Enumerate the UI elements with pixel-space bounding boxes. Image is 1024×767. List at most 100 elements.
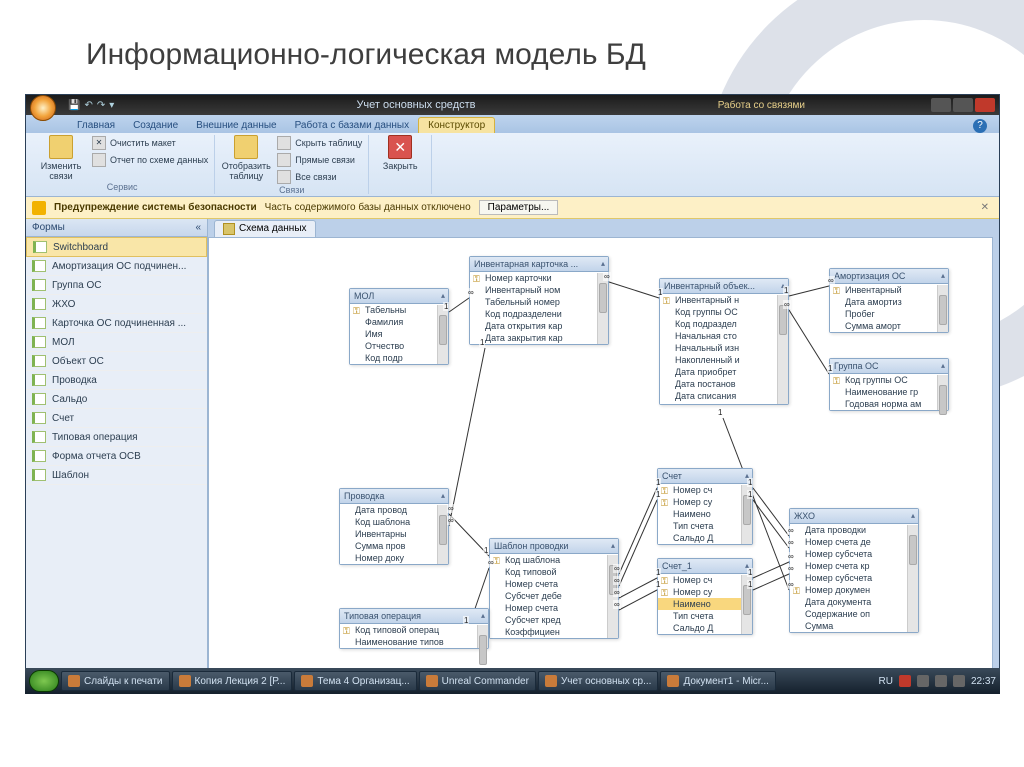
table-field[interactable]: Дата документа — [790, 596, 918, 608]
table-field[interactable]: Сальдо Д — [658, 622, 752, 634]
table-field[interactable]: Код типовой — [490, 566, 618, 578]
relationship-report-button[interactable]: Отчет по схеме данных — [92, 152, 208, 168]
direct-rel-button[interactable]: Прямые связи — [277, 152, 362, 168]
taskbar-button[interactable]: Слайды к печати — [61, 671, 170, 691]
nav-item[interactable]: Амортизация ОС подчинен... — [26, 257, 207, 276]
hide-table-button[interactable]: Скрыть таблицу — [277, 135, 362, 151]
table-field[interactable]: Код подразделени — [470, 308, 608, 320]
table-field[interactable]: Коэффициен — [490, 626, 618, 638]
taskbar-button[interactable]: Документ1 - Micr... — [660, 671, 775, 691]
taskbar-button[interactable]: Учет основных ср... — [538, 671, 659, 691]
scrollbar[interactable] — [597, 273, 608, 344]
redo-icon[interactable]: ↷ — [97, 100, 105, 111]
table-header[interactable]: Инвентарный объек... — [660, 279, 788, 294]
table-field[interactable]: Начальный изн — [660, 342, 788, 354]
table-field[interactable]: Код группы ОС — [830, 374, 948, 386]
table-field[interactable]: Дата проводки — [790, 524, 918, 536]
table-field[interactable]: Наимено — [658, 598, 752, 610]
table-field[interactable]: Номер субсчета — [790, 572, 918, 584]
security-options-button[interactable]: Параметры... — [479, 200, 559, 215]
table-field[interactable]: Номер доку — [340, 552, 448, 564]
table-field[interactable]: Номер докумен — [660, 402, 788, 404]
quick-access-toolbar[interactable]: 💾 ↶ ↷ ▾ — [68, 100, 114, 111]
table-field[interactable]: Номер субсчета — [790, 548, 918, 560]
nav-item[interactable]: Типовая операция — [26, 428, 207, 447]
table-typeop[interactable]: Типовая операцияКод типовой операцНаимен… — [339, 608, 489, 649]
table-field[interactable]: Код типовой операц — [340, 624, 488, 636]
scrollbar[interactable] — [477, 625, 488, 648]
table-field[interactable]: Инвентарный ном — [470, 284, 608, 296]
table-field[interactable]: Табельный номер — [470, 296, 608, 308]
security-close-icon[interactable]: ✕ — [981, 202, 989, 213]
table-card[interactable]: Инвентарная карточка ...Номер карточкиИн… — [469, 256, 609, 345]
table-field[interactable]: Номер сч — [658, 484, 752, 496]
table-field[interactable]: Инвентарны — [340, 528, 448, 540]
nav-item[interactable]: Группа ОС — [26, 276, 207, 295]
table-field[interactable]: Код группы ОС — [660, 306, 788, 318]
nav-item[interactable]: Switchboard — [26, 237, 207, 257]
scrollbar[interactable] — [437, 305, 448, 364]
nav-item[interactable]: Карточка ОС подчиненная ... — [26, 314, 207, 333]
nav-item[interactable]: Счет — [26, 409, 207, 428]
scrollbar[interactable] — [937, 375, 948, 410]
table-field[interactable]: Сумма пров — [340, 540, 448, 552]
minimize-button[interactable] — [931, 98, 951, 112]
relationships-canvas[interactable]: МОЛТабельныФамилияИмяОтчествоКод подр Инв… — [208, 237, 993, 671]
save-icon[interactable]: 💾 — [68, 100, 80, 111]
table-field[interactable]: Наименование типов — [340, 636, 488, 648]
table-field[interactable]: Номер счета — [490, 602, 618, 614]
collapse-icon[interactable]: « — [195, 222, 201, 233]
start-button[interactable] — [29, 670, 59, 692]
table-header[interactable]: Инвентарная карточка ... — [470, 257, 608, 272]
tray-icon[interactable] — [899, 675, 911, 687]
table-field[interactable]: Дата постанов — [660, 378, 788, 390]
ribbon-tab-create[interactable]: Создание — [124, 118, 187, 133]
table-obj[interactable]: Инвентарный объек...Инвентарный нКод гру… — [659, 278, 789, 405]
office-button[interactable] — [30, 95, 56, 121]
close-button[interactable] — [975, 98, 995, 112]
table-field[interactable]: Дата списания — [660, 390, 788, 402]
table-field[interactable]: Сальдо Д — [658, 532, 752, 544]
table-prov[interactable]: ПроводкаДата проводКод шаблонаИнвентарны… — [339, 488, 449, 565]
all-rel-button[interactable]: Все связи — [277, 169, 362, 185]
table-field[interactable]: Номер су — [658, 586, 752, 598]
show-table-button[interactable]: Отобразить таблицу — [221, 135, 271, 181]
table-field[interactable]: Номер сч — [658, 574, 752, 586]
table-header[interactable]: Группа ОС — [830, 359, 948, 374]
table-field[interactable]: Код шаблона — [490, 554, 618, 566]
table-mol[interactable]: МОЛТабельныФамилияИмяОтчествоКод подр — [349, 288, 449, 365]
tray-icon[interactable] — [935, 675, 947, 687]
table-field[interactable]: Номер карточки — [470, 272, 608, 284]
nav-item[interactable]: Объект ОС — [26, 352, 207, 371]
table-field[interactable]: Табельны — [350, 304, 448, 316]
table-header[interactable]: Амортизация ОС — [830, 269, 948, 284]
table-jho[interactable]: ЖХОДата проводкиНомер счета деНомер субс… — [789, 508, 919, 633]
table-header[interactable]: Счет_1 — [658, 559, 752, 574]
table-header[interactable]: Шаблон проводки — [490, 539, 618, 554]
scrollbar[interactable] — [907, 525, 918, 632]
qat-more-icon[interactable]: ▾ — [109, 100, 114, 111]
clear-layout-button[interactable]: ✕Очистить макет — [92, 135, 208, 151]
table-field[interactable]: Сумма — [790, 620, 918, 632]
table-field[interactable]: Дата амортиз — [830, 296, 948, 308]
ribbon-tab-home[interactable]: Главная — [68, 118, 124, 133]
tray-icon[interactable] — [953, 675, 965, 687]
table-header[interactable]: Проводка — [340, 489, 448, 504]
table-field[interactable]: Номер су — [658, 496, 752, 508]
table-field[interactable]: Отчество — [350, 340, 448, 352]
table-schet[interactable]: СчетНомер счНомер суНаименоТип счетаСаль… — [657, 468, 753, 545]
tray-icon[interactable] — [917, 675, 929, 687]
table-field[interactable]: Годовая норма ам — [830, 398, 948, 410]
nav-item[interactable]: Сальдо — [26, 390, 207, 409]
close-rel-button[interactable]: ✕ Закрыть — [375, 135, 425, 171]
table-field[interactable]: Дата открытия кар — [470, 320, 608, 332]
ribbon-tab-dbtools[interactable]: Работа с базами данных — [286, 118, 419, 133]
edit-relationships-button[interactable]: Изменить связи — [36, 135, 86, 181]
scrollbar[interactable] — [937, 285, 948, 332]
table-field[interactable]: Накопленный и — [660, 354, 788, 366]
lang-indicator[interactable]: RU — [879, 676, 893, 687]
taskbar-button[interactable]: Тема 4 Организац... — [294, 671, 416, 691]
table-field[interactable]: Тип счета — [658, 520, 752, 532]
ribbon-tab-external[interactable]: Внешние данные — [187, 118, 285, 133]
table-field[interactable]: Наименование гр — [830, 386, 948, 398]
